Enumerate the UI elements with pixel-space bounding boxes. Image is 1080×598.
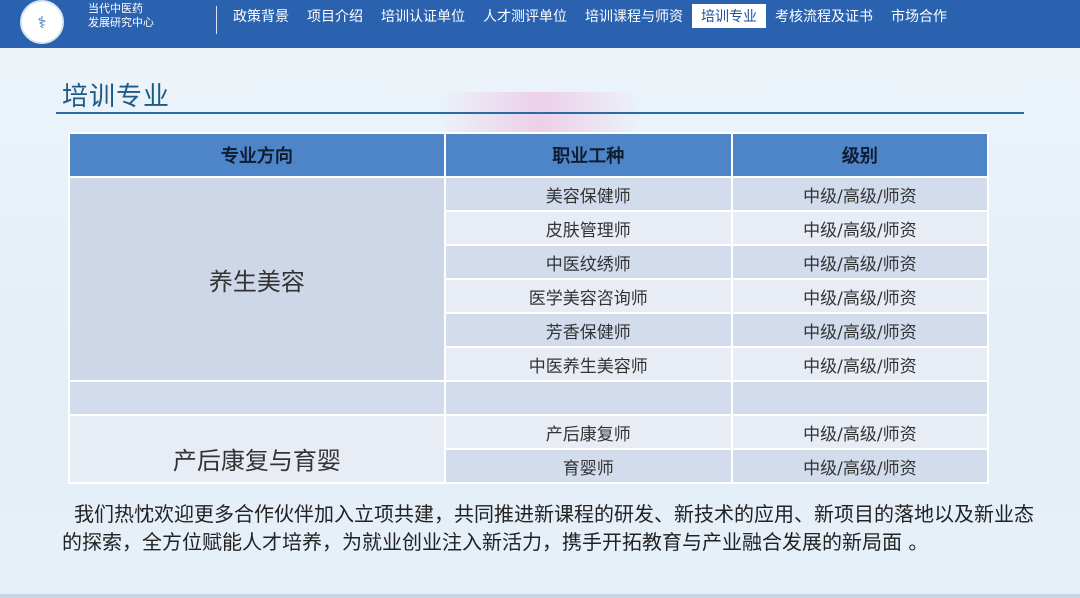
table-row: 产后康复与育婴 产后康复师 中级/高级/师资: [68, 414, 990, 484]
main-nav: 政策背景 项目介绍 培训认证单位 人才测评单位 培训课程与师资 培训专业 考核流…: [224, 0, 956, 34]
nav-item-assessment-unit[interactable]: 人才测评单位: [474, 0, 576, 28]
direction-cell: 产后康复与育婴: [68, 414, 446, 484]
level-cell: 中级/高级/师资: [730, 210, 990, 246]
job-cell: 产后康复师: [443, 414, 733, 450]
nav-item-project[interactable]: 项目介绍: [298, 0, 372, 28]
header-level: 级别: [730, 132, 990, 178]
table-row: 养生美容 美容保健师 中级/高级/师资: [68, 176, 990, 382]
title-rule: [56, 112, 1024, 114]
job-cell: 中医纹绣师: [443, 244, 733, 280]
table-row-blank: [68, 380, 990, 416]
nav-item-courses[interactable]: 培训课程与师资: [576, 0, 692, 28]
header-direction: 专业方向: [68, 132, 446, 178]
paragraph-text: 我们热忱欢迎更多合作伙伴加入立项共建，共同推进新课程的研发、新技术的应用、新项目…: [62, 502, 1034, 554]
blank-cell: [68, 380, 446, 416]
top-navigation-bar: ⚕ 当代中医药 发展研究中心 政策背景 项目介绍 培训认证单位 人才测评单位 培…: [0, 0, 1080, 48]
org-name-line2: 发展研究中心: [88, 16, 154, 29]
level-cell: 中级/高级/师资: [730, 312, 990, 348]
level-cell: 中级/高级/师资: [730, 448, 990, 484]
organization-name: 当代中医药 发展研究中心: [88, 2, 154, 30]
majors-table: 专业方向 职业工种 级别 养生美容 美容保健师 中级/高级/师资 皮肤管理师 中…: [68, 132, 990, 484]
nav-item-training-unit[interactable]: 培训认证单位: [372, 0, 474, 28]
job-cell: 美容保健师: [443, 176, 733, 212]
blank-cell: [443, 380, 733, 416]
job-cell: 芳香保健师: [443, 312, 733, 348]
job-cell: 中医养生美容师: [443, 346, 733, 382]
level-cell: 中级/高级/师资: [730, 346, 990, 382]
table-header-row: 专业方向 职业工种 级别: [68, 132, 990, 178]
level-cell: 中级/高级/师资: [730, 278, 990, 314]
bottom-border: [0, 594, 1080, 598]
org-name-line1: 当代中医药: [88, 2, 143, 15]
nav-item-majors[interactable]: 培训专业: [692, 4, 766, 28]
nav-item-exam-process[interactable]: 考核流程及证书: [766, 0, 882, 28]
page-title: 培训专业: [62, 82, 171, 112]
logo: ⚕: [14, 0, 70, 44]
job-cell: 皮肤管理师: [443, 210, 733, 246]
job-cell: 医学美容咨询师: [443, 278, 733, 314]
blank-cell: [730, 380, 990, 416]
cooperation-paragraph: 我们热忱欢迎更多合作伙伴加入立项共建，共同推进新课程的研发、新技术的应用、新项目…: [62, 500, 1052, 556]
header-job: 职业工种: [443, 132, 733, 178]
nav-item-policy[interactable]: 政策背景: [224, 0, 298, 28]
level-cell: 中级/高级/师资: [730, 414, 990, 450]
nav-item-market[interactable]: 市场合作: [882, 0, 956, 28]
level-cell: 中级/高级/师资: [730, 244, 990, 280]
nav-divider: [216, 6, 217, 34]
organization-logo-icon: ⚕: [20, 0, 64, 44]
direction-cell: 养生美容: [68, 176, 446, 382]
job-cell: 育婴师: [443, 448, 733, 484]
slide: ⚕ 当代中医药 发展研究中心 政策背景 项目介绍 培训认证单位 人才测评单位 培…: [0, 0, 1080, 598]
level-cell: 中级/高级/师资: [730, 176, 990, 212]
